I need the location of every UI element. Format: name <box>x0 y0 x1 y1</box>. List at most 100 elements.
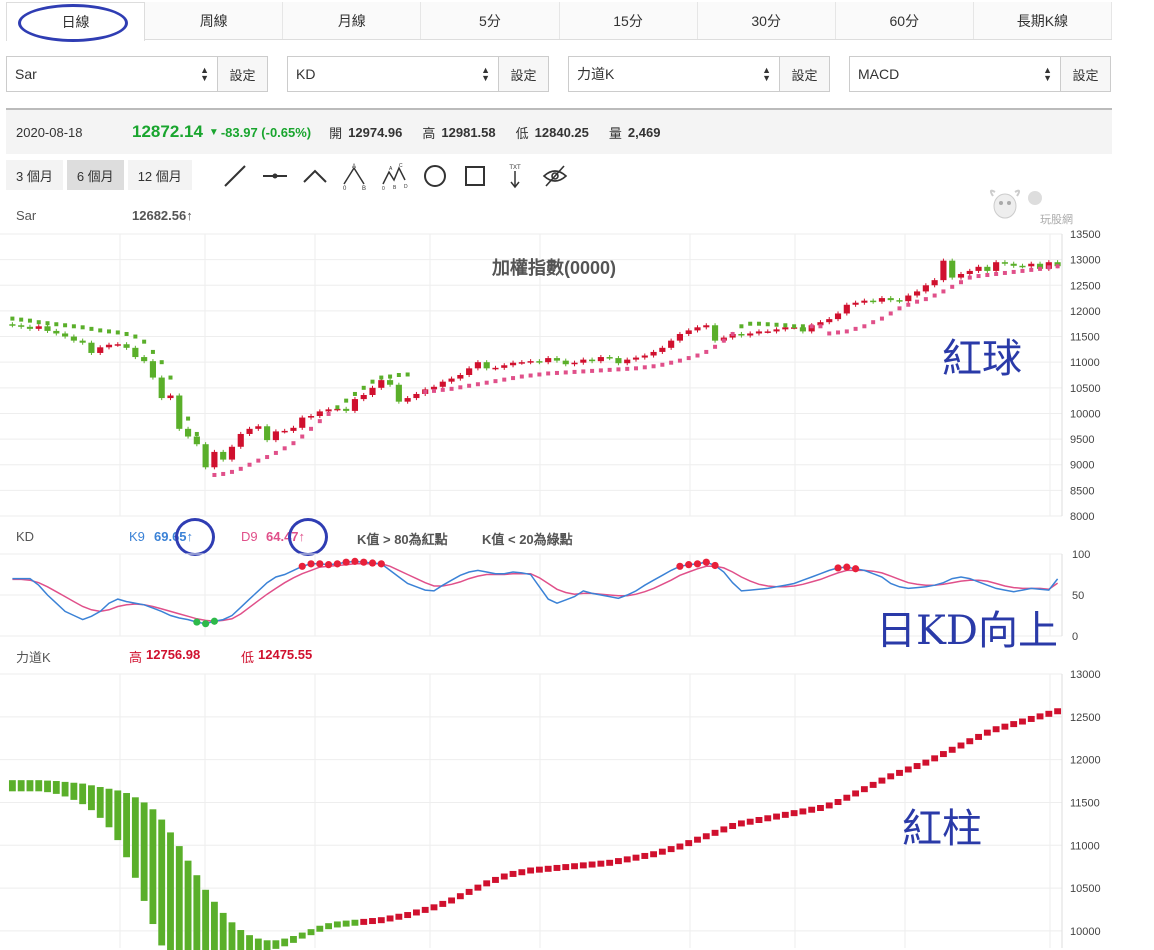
y-tick-label-sar: 10500 <box>1070 383 1101 395</box>
sar-dot <box>853 326 858 331</box>
force-bar <box>474 884 482 891</box>
force-bar <box>606 859 614 866</box>
candle <box>351 399 359 411</box>
force-bar <box>957 742 965 749</box>
sar-dot <box>519 374 524 379</box>
force-bar <box>149 809 157 925</box>
sar-dot <box>616 367 621 372</box>
y-tick-label-sar: 8000 <box>1070 511 1094 523</box>
force-bar <box>439 900 447 907</box>
candle <box>905 295 912 302</box>
sar-dot <box>475 382 480 387</box>
force-bar <box>685 840 693 847</box>
candle <box>887 298 894 301</box>
candle <box>35 326 42 329</box>
force-bar <box>535 866 543 873</box>
sar-dot <box>1055 264 1060 269</box>
force-bar <box>623 856 631 863</box>
force-bar <box>210 901 218 950</box>
candle <box>606 357 613 359</box>
sar-dot <box>695 353 700 358</box>
sar-dot <box>669 360 674 365</box>
force-bar <box>167 832 174 950</box>
candle <box>711 325 719 341</box>
force-bar <box>307 929 315 936</box>
sar-dot <box>265 455 270 460</box>
force-bar <box>175 846 183 950</box>
candle <box>62 333 69 337</box>
force-bar <box>448 897 455 904</box>
sar-dot <box>238 466 243 471</box>
sar-dot <box>906 302 911 307</box>
force-bar <box>281 938 289 947</box>
candle <box>615 358 622 364</box>
sar-dot <box>932 293 937 298</box>
candle <box>123 344 130 348</box>
force-bar <box>773 813 780 820</box>
sar-dot <box>493 379 498 384</box>
sar-dot <box>45 321 50 326</box>
sar-dot <box>27 318 32 323</box>
force-bar <box>948 746 956 753</box>
sar-dot <box>844 329 849 334</box>
force-bar <box>114 790 122 841</box>
force-bar <box>562 864 570 871</box>
candle <box>659 347 666 352</box>
candle <box>1010 263 1017 266</box>
sar-dot <box>247 462 252 467</box>
force-bar <box>790 810 798 817</box>
sar-dot <box>923 297 928 302</box>
force-bar <box>140 802 148 901</box>
y-tick-label-sar: 12500 <box>1070 280 1101 292</box>
sar-dot <box>511 376 516 381</box>
candle <box>378 380 385 388</box>
candle <box>53 330 60 334</box>
kd-red-dot <box>342 558 350 566</box>
sar-dot <box>1046 265 1051 270</box>
candle <box>404 398 411 402</box>
y-tick-label-sar: 9000 <box>1070 460 1094 472</box>
force-bar <box>263 940 271 950</box>
sar-dot <box>63 323 68 328</box>
sar-dot <box>554 370 559 375</box>
candle <box>703 325 710 328</box>
sar-dot <box>677 358 682 363</box>
candle <box>387 380 394 385</box>
force-bar <box>131 797 139 878</box>
candle <box>466 368 473 375</box>
sar-dot <box>1038 266 1043 271</box>
force-bar <box>430 904 438 911</box>
sar-dot <box>958 280 963 285</box>
force-bar <box>992 726 1000 733</box>
candle <box>975 266 982 271</box>
force-bar <box>922 759 930 766</box>
sar-dot <box>660 362 665 367</box>
sar-dot <box>71 324 76 329</box>
force-bar <box>702 833 710 840</box>
chart-title: 加權指數(0000) <box>491 257 616 278</box>
sar-dot <box>730 331 735 336</box>
sar-dot <box>800 324 805 329</box>
sar-dot <box>836 330 841 335</box>
candle <box>782 327 789 330</box>
sar-dot <box>449 386 454 391</box>
force-bar <box>834 799 842 806</box>
force-bar <box>597 860 605 867</box>
force-bar <box>983 729 991 736</box>
force-bar <box>254 938 262 950</box>
force-bar <box>931 755 939 762</box>
candle <box>439 381 446 387</box>
kd-green-dot <box>210 617 219 625</box>
kd-green-dot <box>193 618 201 626</box>
force-bar <box>913 763 921 770</box>
candle <box>176 395 183 429</box>
sar-dot <box>168 375 173 380</box>
candle <box>44 326 51 331</box>
force-bar <box>632 854 640 861</box>
kd-red-dot <box>368 559 377 567</box>
sar-dot <box>563 370 568 375</box>
force-bar <box>351 919 359 926</box>
force-bar <box>843 794 851 801</box>
force-bar <box>404 912 412 919</box>
sar-dot <box>818 324 823 329</box>
